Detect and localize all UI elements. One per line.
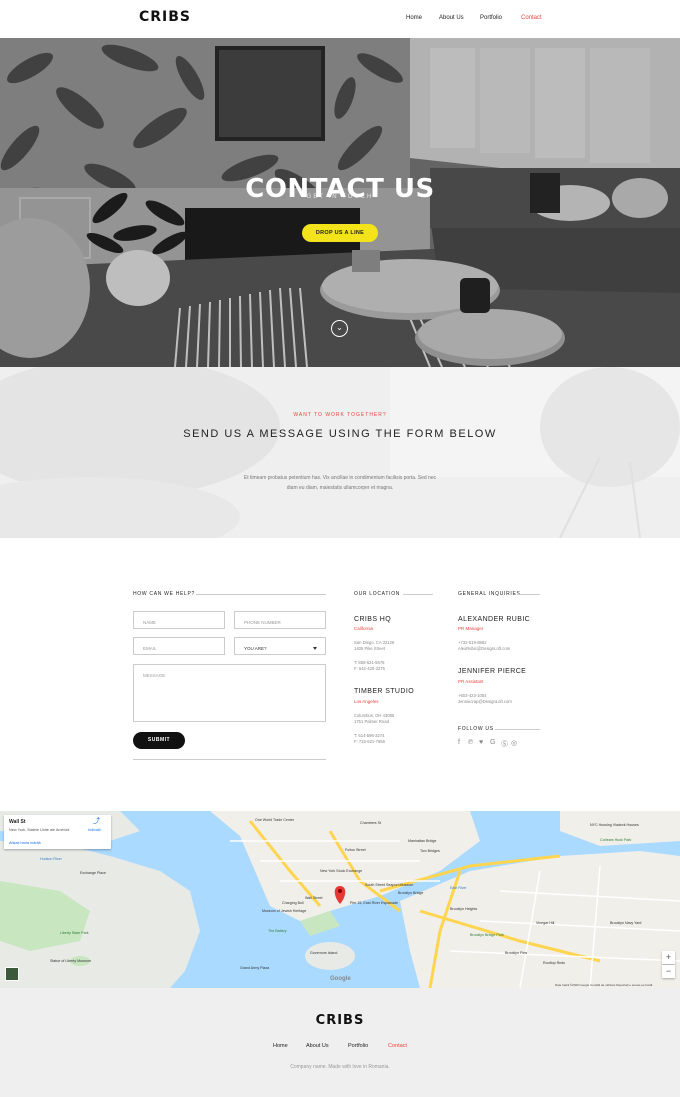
map-label: Liberty State Park [60,931,89,935]
copyright: Company name. Made with love in Romania. [290,1064,390,1070]
footer-nav-portfolio[interactable]: Portfolio [348,1043,368,1049]
map-info-card: Wall St New York, Statele Unite ale Amer… [4,815,111,849]
map-label: Brooklyn Heights [450,907,478,911]
map-label: Brooklyn Flea [505,951,527,955]
nav-home[interactable]: Home [406,15,422,21]
chevron-down-icon[interactable]: ⌄ [331,320,348,337]
map-label: Pier 15, East River Esplanade [350,901,398,905]
divider [403,594,433,595]
hero-section: GET IN TOUCH CONTACT US DROP US A LINE ⌄ [0,38,680,367]
email-field[interactable]: EMAIL [133,637,225,655]
map-label: Statue of Liberty Museum [50,959,91,963]
google-map[interactable]: Hudson River East River NYC Housing Vlad… [0,811,680,988]
footer-nav-about-us[interactable]: About Us [306,1043,329,1049]
contact-name: JENNIFER PIERCE [458,668,527,675]
contact-role: PR Manager [458,626,484,631]
contact-email[interactable]: AlexRubic@DesignLoft.com [458,646,510,652]
map-label: Manhattan Bridge [408,839,437,843]
zoom-out-button[interactable]: − [662,965,675,978]
site-header: CRIBS Home About Us Portfolio Contact [0,0,680,38]
footer-nav-contact[interactable]: Contact [388,1043,407,1049]
logo[interactable]: CRIBS [139,9,191,25]
map-label: Brooklyn Bridge Park [470,933,504,937]
intro-title: SEND US A MESSAGE USING THE FORM BELOW [183,428,497,440]
location-heading: OUR LOCATION [354,591,401,597]
map-label: South Street Seaport Museum [365,883,414,887]
instagram-icon[interactable]: ◎ [511,739,517,747]
divider [133,759,326,760]
role-select[interactable]: YOU ARE? [234,637,326,655]
map-card-address: New York, Statele Unite ale Americii [9,828,70,832]
map-label: Chambers St [360,821,381,825]
contact-name: ALEXANDER RUBIC [458,616,531,623]
map-label: Hudson River [40,857,62,861]
divider [517,594,540,595]
pinterest-icon[interactable]: ℗ [468,739,473,746]
map-label: New York Stock Exchange [320,869,363,873]
nav-about-us[interactable]: About Us [439,15,464,21]
view-larger-map-link[interactable]: Afișați harta mărită [9,841,41,845]
map-label: Wall Street [305,896,323,900]
map-attribution[interactable]: Date hartă ©2020 Google Condiții de util… [555,983,652,987]
map-card-title: Wall St [9,819,26,825]
map-label: The Battery [268,929,287,933]
map-label: Charging Bull [282,901,304,905]
nav-contact[interactable]: Contact [521,15,542,21]
name-field[interactable]: NAME [133,611,225,629]
office-fax: F: 642-420-3275 [354,666,385,671]
zoom-in-button[interactable]: + [662,951,675,964]
footer-logo[interactable]: CRIBS [0,1013,680,1028]
google-plus-icon[interactable]: G [490,739,495,746]
map-label: Corlears Hook Park [600,838,632,842]
office-region: California [354,626,374,631]
chevron-down-icon [313,647,317,650]
intro-kicker: WANT TO WORK TOGETHER? [293,412,387,418]
map-label: Brooklyn Bridge [398,891,424,895]
office-address: 1405 Pike Street [354,646,385,651]
office-name: CRIBS HQ [354,616,392,623]
office-name: TIMBER STUDIO [354,688,415,695]
contact-role: PR Assistant [458,679,484,684]
map-label: Two Bridges [420,849,440,853]
satellite-toggle[interactable] [5,967,19,981]
map-label: Fulton Street [345,848,366,852]
map-label: Rooftop Reds [543,961,565,965]
map-label: East River [450,886,467,890]
form-heading: HOW CAN WE HELP? [133,591,196,597]
twitter-icon[interactable]: ♥ [479,739,483,746]
directions-link[interactable]: Indicații [88,828,101,832]
inquiries-heading: GENERAL INQUIRIES [458,591,521,597]
message-field[interactable]: MESSAGE [133,664,326,722]
footer-nav-home[interactable]: Home [273,1043,288,1049]
map-label: One World Trade Center [255,818,295,822]
map-label: Museum of Jewish Heritage [262,909,307,913]
map-label: Governors Island [310,951,338,955]
contact-email[interactable]: Jenniecrap@DesignLoft.com [458,699,512,705]
skype-icon[interactable]: Ⓢ [501,739,508,749]
site-footer: CRIBS Home About Us Portfolio Contact Co… [0,988,680,1097]
drop-us-a-line-button[interactable]: DROP US A LINE [302,224,378,242]
divider [196,594,326,595]
facebook-icon[interactable]: f [458,739,460,746]
google-logo: Google [330,976,351,982]
hero-title: CONTACT US [245,174,435,204]
map-label: Brooklyn Navy Yard [610,921,642,925]
office-region: Los Angeles [354,699,379,704]
map-label: Vinegar Hill [536,921,555,925]
map-label: Exchange Place [80,871,106,875]
phone-field[interactable]: PHONE NUMBER [234,611,326,629]
office-fax: F: 715-821-7656 [354,739,385,744]
map-label: Grand Army Plaza [240,966,270,970]
office-address: 1751 Palmer Road [354,719,389,724]
submit-button[interactable]: SUBMIT [133,732,185,749]
follow-us-heading: FOLLOW US [458,726,494,732]
map-label: NYC Housing Vladeck Houses [590,823,639,827]
divider [495,729,540,730]
directions-icon[interactable]: ⤴ [93,818,101,826]
intro-text: Et timeam probatus petentium has. Vix an… [243,475,437,491]
intro-background-image [0,367,680,538]
nav-portfolio[interactable]: Portfolio [480,15,502,21]
role-select-value: YOU ARE? [244,646,267,651]
intro-section: WANT TO WORK TOGETHER? SEND US A MESSAGE… [0,367,680,538]
